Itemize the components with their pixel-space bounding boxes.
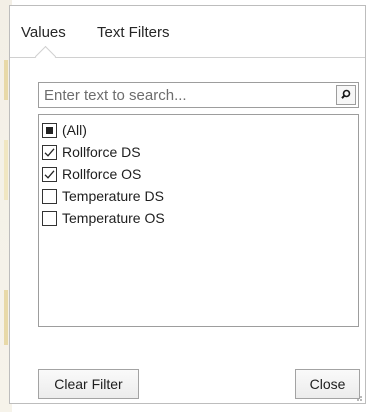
- check-icon[interactable]: [42, 166, 57, 182]
- tab-divider: [10, 57, 365, 58]
- tab-values[interactable]: Values: [21, 24, 66, 41]
- list-item-label: Temperature OS: [62, 210, 165, 226]
- selected-tab-indicator: [34, 45, 57, 68]
- list-item-temperature-ds[interactable]: Temperature DS: [42, 186, 164, 206]
- list-item-rollforce-os[interactable]: Rollforce OS: [42, 164, 141, 184]
- background-marker: [4, 140, 8, 200]
- search-box: [38, 82, 359, 108]
- magnifier-icon: [341, 89, 351, 99]
- list-item-temperature-os[interactable]: Temperature OS: [42, 208, 165, 228]
- values-list[interactable]: (All) Rollforce DS Rollforce OS Temperat…: [38, 114, 359, 327]
- tab-bar: Values Text Filters: [10, 6, 365, 68]
- checkbox-unchecked[interactable]: [42, 210, 57, 226]
- list-item-label: Rollforce OS: [62, 166, 142, 182]
- close-button[interactable]: Close: [295, 369, 360, 399]
- list-item-label: Rollforce DS: [62, 144, 141, 160]
- check-icon[interactable]: [42, 144, 57, 160]
- list-item-label: Temperature DS: [62, 188, 164, 204]
- list-item-all[interactable]: (All): [42, 120, 87, 140]
- background-marker: [4, 60, 8, 100]
- checkbox-unchecked[interactable]: [42, 188, 57, 204]
- list-item-label: (All): [62, 122, 87, 138]
- search-button[interactable]: [336, 85, 356, 105]
- tab-text-filters[interactable]: Text Filters: [97, 24, 170, 41]
- clear-filter-button[interactable]: Clear Filter: [38, 369, 139, 399]
- square-fill-icon[interactable]: [42, 122, 57, 138]
- list-item-rollforce-ds[interactable]: Rollforce DS: [42, 142, 141, 162]
- search-input[interactable]: [39, 83, 331, 107]
- background-marker: [4, 290, 8, 345]
- resize-grip-icon[interactable]: [354, 393, 362, 401]
- filter-popup: Values Text Filters (All) Rollforce DS: [9, 5, 366, 404]
